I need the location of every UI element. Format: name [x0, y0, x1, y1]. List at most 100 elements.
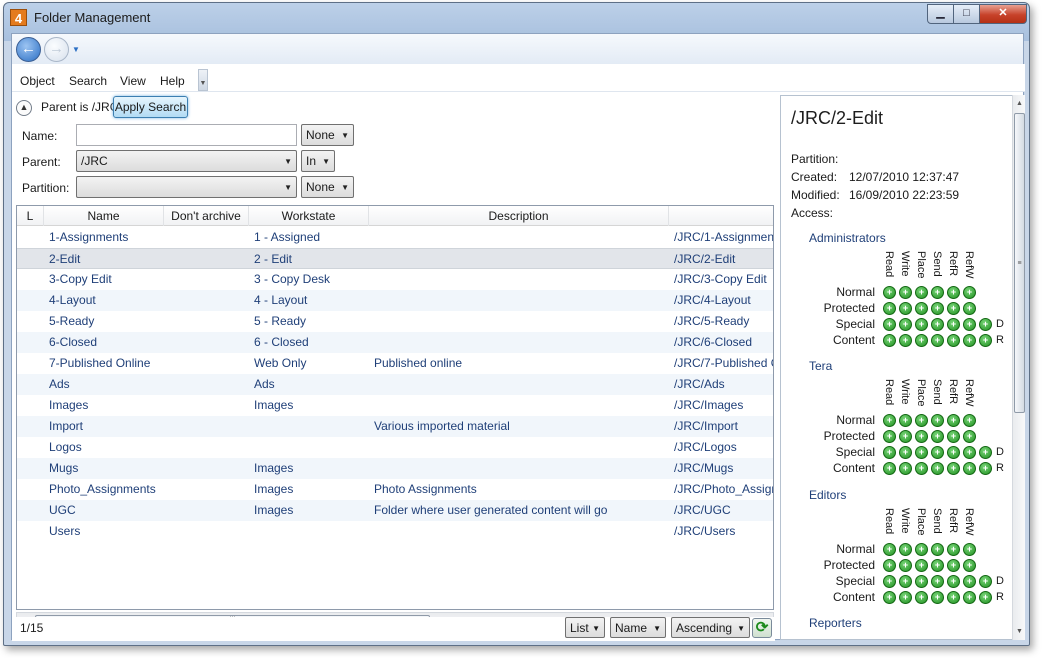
plus-circle-icon[interactable]: + — [915, 302, 928, 315]
plus-circle-icon[interactable]: + — [931, 575, 944, 588]
menu-view[interactable]: View — [120, 74, 146, 88]
plus-circle-icon[interactable]: + — [899, 430, 912, 443]
plus-circle-icon[interactable]: + — [963, 446, 976, 459]
table-row[interactable]: Users/JRC/Users — [17, 521, 773, 542]
column-header-description[interactable]: Description — [369, 206, 669, 226]
plus-circle-icon[interactable]: + — [883, 334, 896, 347]
table-row[interactable]: 6-Closed 6 - Closed/JRC/6-Closed — [17, 332, 773, 353]
plus-circle-icon[interactable]: + — [931, 559, 944, 572]
plus-circle-icon[interactable]: + — [883, 591, 896, 604]
plus-circle-icon[interactable]: + — [931, 591, 944, 604]
title-bar[interactable]: 4 Folder Management ▁ □ ✕ — [4, 3, 1029, 31]
vertical-scrollbar[interactable]: ▲ ≡ ▼ — [1012, 95, 1025, 640]
table-row[interactable]: 3-Copy Edit 3 - Copy Desk/JRC/3-Copy Edit — [17, 269, 773, 290]
name-match-select[interactable]: None ▼ — [301, 124, 354, 146]
plus-circle-icon[interactable]: + — [931, 302, 944, 315]
plus-circle-icon[interactable]: + — [931, 414, 944, 427]
table-row[interactable]: Mugs Images/JRC/Mugs — [17, 458, 773, 479]
plus-circle-icon[interactable]: + — [915, 286, 928, 299]
table-row[interactable]: 4-Layout 4 - Layout/JRC/4-Layout — [17, 290, 773, 311]
table-row[interactable]: 2-Edit 2 - Edit/JRC/2-Edit — [17, 248, 773, 269]
plus-circle-icon[interactable]: + — [947, 318, 960, 331]
plus-circle-icon[interactable]: + — [963, 286, 976, 299]
collapse-up-icon[interactable]: ▲ — [16, 100, 32, 116]
plus-circle-icon[interactable]: + — [915, 430, 928, 443]
plus-circle-icon[interactable]: + — [931, 462, 944, 475]
plus-circle-icon[interactable]: + — [931, 430, 944, 443]
plus-circle-icon[interactable]: + — [899, 446, 912, 459]
menu-object[interactable]: Object — [20, 74, 55, 88]
plus-circle-icon[interactable]: + — [963, 414, 976, 427]
plus-circle-icon[interactable]: + — [899, 334, 912, 347]
plus-circle-icon[interactable]: + — [963, 543, 976, 556]
plus-circle-icon[interactable]: + — [883, 430, 896, 443]
table-row[interactable]: Images Images/JRC/Images — [17, 395, 773, 416]
plus-circle-icon[interactable]: + — [979, 446, 992, 459]
plus-circle-icon[interactable]: + — [947, 334, 960, 347]
plus-circle-icon[interactable]: + — [963, 430, 976, 443]
plus-circle-icon[interactable]: + — [899, 591, 912, 604]
partition-match-select[interactable]: None ▼ — [301, 176, 354, 198]
plus-circle-icon[interactable]: + — [931, 286, 944, 299]
plus-circle-icon[interactable]: + — [979, 575, 992, 588]
plus-circle-icon[interactable]: + — [883, 302, 896, 315]
parent-mode-select[interactable]: In ▼ — [301, 150, 335, 172]
scroll-up-icon[interactable]: ▲ — [1013, 97, 1026, 110]
plus-circle-icon[interactable]: + — [915, 543, 928, 556]
plus-circle-icon[interactable]: + — [915, 575, 928, 588]
plus-circle-icon[interactable]: + — [963, 318, 976, 331]
apply-search-button[interactable]: Apply Search — [113, 96, 188, 118]
plus-circle-icon[interactable]: + — [931, 334, 944, 347]
maximize-button[interactable]: □ — [953, 4, 980, 24]
table-row[interactable]: Photo_Assignments Images Photo Assignments… — [17, 479, 773, 500]
menu-search[interactable]: Search — [69, 74, 107, 88]
scroll-thumb[interactable]: ≡ — [1014, 113, 1025, 413]
plus-circle-icon[interactable]: + — [963, 575, 976, 588]
plus-circle-icon[interactable]: + — [963, 302, 976, 315]
plus-circle-icon[interactable]: + — [915, 318, 928, 331]
plus-circle-icon[interactable]: + — [963, 334, 976, 347]
plus-circle-icon[interactable]: + — [963, 559, 976, 572]
plus-circle-icon[interactable]: + — [979, 591, 992, 604]
plus-circle-icon[interactable]: + — [963, 591, 976, 604]
plus-circle-icon[interactable]: + — [883, 318, 896, 331]
plus-circle-icon[interactable]: + — [979, 462, 992, 475]
column-header-workstate[interactable]: Workstate — [249, 206, 369, 226]
table-row[interactable]: 5-Ready 5 - Ready/JRC/5-Ready — [17, 311, 773, 332]
plus-circle-icon[interactable]: + — [883, 446, 896, 459]
column-header-dont-archive[interactable]: Don't archive — [164, 206, 249, 226]
column-header-path[interactable] — [669, 206, 773, 226]
plus-circle-icon[interactable]: + — [931, 543, 944, 556]
plus-circle-icon[interactable]: + — [883, 575, 896, 588]
plus-circle-icon[interactable]: + — [883, 559, 896, 572]
plus-circle-icon[interactable]: + — [915, 591, 928, 604]
plus-circle-icon[interactable]: + — [979, 334, 992, 347]
refresh-icon[interactable]: ⟳ — [752, 618, 772, 638]
plus-circle-icon[interactable]: + — [899, 575, 912, 588]
close-button[interactable]: ✕ — [979, 4, 1027, 24]
plus-circle-icon[interactable]: + — [915, 462, 928, 475]
sort-field-select[interactable]: Name ▼ — [610, 617, 666, 638]
table-row[interactable]: 7-Published Online Web Only Published onli… — [17, 353, 773, 374]
table-row[interactable]: Import Various imported material/JRC/Impo… — [17, 416, 773, 437]
plus-circle-icon[interactable]: + — [947, 543, 960, 556]
plus-circle-icon[interactable]: + — [947, 414, 960, 427]
plus-circle-icon[interactable]: + — [899, 462, 912, 475]
column-header-name[interactable]: Name — [44, 206, 164, 226]
plus-circle-icon[interactable]: + — [947, 591, 960, 604]
plus-circle-icon[interactable]: + — [915, 446, 928, 459]
forward-arrow-icon[interactable]: → — [44, 37, 69, 62]
plus-circle-icon[interactable]: + — [979, 318, 992, 331]
sort-order-select[interactable]: Ascending ▼ — [671, 617, 750, 638]
table-row[interactable]: 1-Assignments 1 - Assigned/JRC/1-Assignme… — [17, 227, 773, 248]
plus-circle-icon[interactable]: + — [899, 286, 912, 299]
table-row[interactable]: Logos/JRC/Logos — [17, 437, 773, 458]
plus-circle-icon[interactable]: + — [947, 302, 960, 315]
scroll-down-icon[interactable]: ▼ — [1013, 625, 1026, 638]
parent-select[interactable]: /JRC ▼ — [76, 150, 297, 172]
plus-circle-icon[interactable]: + — [947, 575, 960, 588]
plus-circle-icon[interactable]: + — [947, 286, 960, 299]
plus-circle-icon[interactable]: + — [915, 559, 928, 572]
plus-circle-icon[interactable]: + — [963, 462, 976, 475]
plus-circle-icon[interactable]: + — [947, 446, 960, 459]
